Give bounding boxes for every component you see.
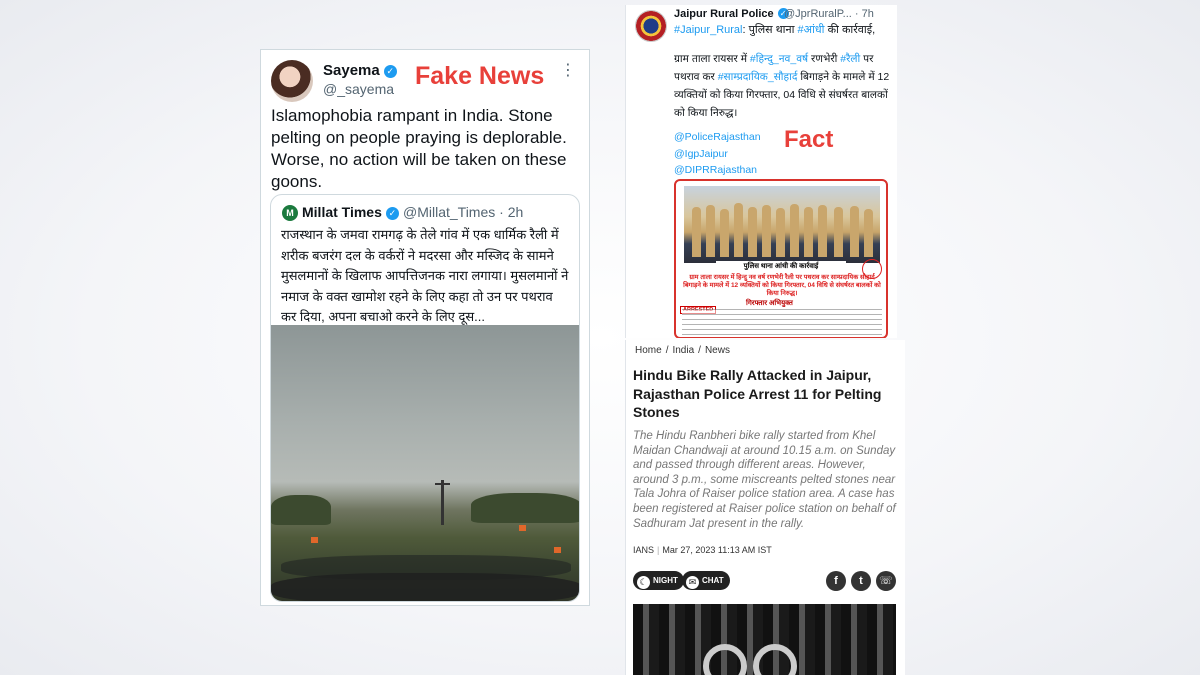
- person-shape: [706, 205, 715, 257]
- fact-tweet-card: Jaipur Rural Police ✓ @JprRuralP... · 7h …: [625, 5, 897, 338]
- breadcrumb: Home / India / News: [635, 345, 734, 356]
- tweet-text: Islamophobia rampant in India. Stone pel…: [271, 106, 567, 191]
- whatsapp-icon[interactable]: ☏: [876, 571, 896, 591]
- breadcrumb-india[interactable]: India: [672, 345, 694, 356]
- twitter-icon[interactable]: t: [851, 571, 871, 591]
- fact-author-handle[interactable]: @JprRuralP... · 7h: [784, 8, 874, 20]
- breadcrumb-home[interactable]: Home: [635, 345, 662, 356]
- text-span: ग्राम ताला रायसर में: [674, 53, 750, 65]
- flag-shape: [519, 525, 526, 531]
- poster-accused-list: [682, 309, 882, 337]
- hashtag-link[interactable]: #हिन्दु_नव_वर्ष: [750, 53, 808, 65]
- quoted-tweet[interactable]: M Millat Times ✓ @Millat_Times · 2h राजस्…: [270, 194, 580, 602]
- poster-red-text: ग्राम ताला रायसर में हिन्दु नव वर्ष रणभे…: [683, 274, 881, 297]
- breadcrumb-news[interactable]: News: [705, 345, 730, 356]
- poster-caption: पुलिस थाना आंधी की कार्रवाई: [716, 261, 846, 273]
- police-logo[interactable]: [635, 10, 667, 42]
- person-shape: [748, 207, 757, 257]
- verified-badge-icon: ✓: [385, 207, 399, 220]
- person-shape: [804, 207, 813, 257]
- tweet-author-handle[interactable]: @_sayema: [323, 81, 394, 97]
- more-options-icon[interactable]: ⋮: [560, 60, 577, 80]
- facebook-icon[interactable]: f: [826, 571, 846, 591]
- article-source: IANS: [633, 545, 655, 555]
- meta-separator: |: [657, 545, 660, 555]
- text-span: : पुलिस थाना: [742, 24, 798, 36]
- pole-shape: [441, 480, 444, 525]
- person-shape: [864, 209, 873, 257]
- chat-icon: ✉: [686, 576, 699, 589]
- arrest-group-photo: [684, 186, 880, 263]
- chat-button[interactable]: ✉ CHAT: [682, 571, 730, 590]
- person-shape: [720, 209, 729, 257]
- flag-shape: [311, 537, 318, 543]
- mention-link[interactable]: @PoliceRajasthan: [674, 129, 761, 146]
- person-shape: [776, 208, 785, 257]
- handcuff-shape: [703, 644, 747, 675]
- quote-avatar: M: [282, 205, 298, 221]
- article-handcuffs-image[interactable]: [633, 604, 896, 675]
- news-article-card: Home / India / News Hindu Bike Rally Attacke…: [625, 340, 905, 675]
- person-shape: [692, 207, 701, 257]
- press-poster-image[interactable]: पुलिस थाना आंधी की कार्रवाई ग्राम ताला र…: [674, 179, 888, 338]
- mention-link[interactable]: @IgpJaipur: [674, 146, 761, 163]
- poster-subheading: गिरफ्तार अभियुक्त: [746, 300, 793, 307]
- quote-text: राजस्थान के जमवा रामगढ़ के तेले गांव में…: [281, 227, 569, 324]
- fact-tweet-body: ग्राम ताला रायसर में #हिन्दु_नव_वर्ष रणभ…: [674, 50, 892, 122]
- tree-shape: [271, 495, 331, 525]
- night-mode-button[interactable]: ☾ NIGHT: [633, 571, 684, 590]
- fake-tweet-card: Sayema ✓ @_sayema Fake News ⋮ Islamophobi…: [260, 49, 590, 606]
- mention-list: @PoliceRajasthan @IgpJaipur @DIPRRajasth…: [674, 129, 761, 179]
- text-span: रणभेरी: [808, 53, 841, 65]
- moon-icon: ☾: [637, 576, 650, 589]
- tweet-author-name[interactable]: Sayema ✓: [323, 62, 397, 79]
- handcuff-shape: [753, 644, 797, 675]
- text-span: की कार्रवाई,: [824, 24, 876, 36]
- breadcrumb-separator: /: [698, 345, 701, 356]
- article-date: Mar 27, 2023 11:13 AM IST: [662, 545, 772, 555]
- verified-badge-icon: ✓: [383, 65, 397, 78]
- breadcrumb-separator: /: [665, 345, 669, 356]
- fake-news-label: Fake News: [415, 62, 545, 90]
- flag-shape: [554, 547, 561, 553]
- hashtag-link[interactable]: #साम्प्रदायिक_सौहार्द: [718, 71, 798, 83]
- mention-link[interactable]: @DIPRRajasthan: [674, 162, 761, 179]
- quote-video-thumbnail[interactable]: [271, 325, 579, 601]
- fact-author-name[interactable]: Jaipur Rural Police ✓: [674, 8, 789, 20]
- article-meta: IANS | Mar 27, 2023 11:13 AM IST: [633, 545, 772, 555]
- fact-author-name-text: Jaipur Rural Police: [674, 8, 774, 20]
- avatar[interactable]: [271, 60, 313, 102]
- author-name-text: Sayema: [323, 62, 380, 79]
- quote-author-name: Millat Times ✓: [302, 204, 399, 220]
- quote-author-handle: @Millat_Times · 2h: [403, 204, 524, 220]
- person-shape: [762, 205, 771, 257]
- person-shape: [818, 205, 827, 257]
- chat-label: CHAT: [702, 576, 724, 585]
- fact-label: Fact: [784, 126, 834, 153]
- night-label: NIGHT: [653, 576, 678, 585]
- article-headline: Hindu Bike Rally Attacked in Jaipur, Raj…: [633, 367, 882, 420]
- person-shape: [834, 207, 843, 257]
- hashtag-link[interactable]: #Jaipur_Rural: [674, 24, 742, 36]
- hashtag-link[interactable]: #रैली: [840, 53, 860, 65]
- crowd-shape: [271, 573, 579, 601]
- person-shape: [850, 206, 859, 257]
- quote-name-text: Millat Times: [302, 204, 382, 220]
- fact-tweet-first-line: #Jaipur_Rural: पुलिस थाना #आंधी की कार्र…: [674, 22, 875, 37]
- person-shape: [734, 203, 743, 257]
- person-shape: [790, 204, 799, 257]
- pole-bar-shape: [435, 483, 450, 485]
- article-lede: The Hindu Ranbheri bike rally started fr…: [633, 430, 896, 530]
- hashtag-link[interactable]: #आंधी: [798, 24, 825, 36]
- tree-shape: [471, 493, 579, 523]
